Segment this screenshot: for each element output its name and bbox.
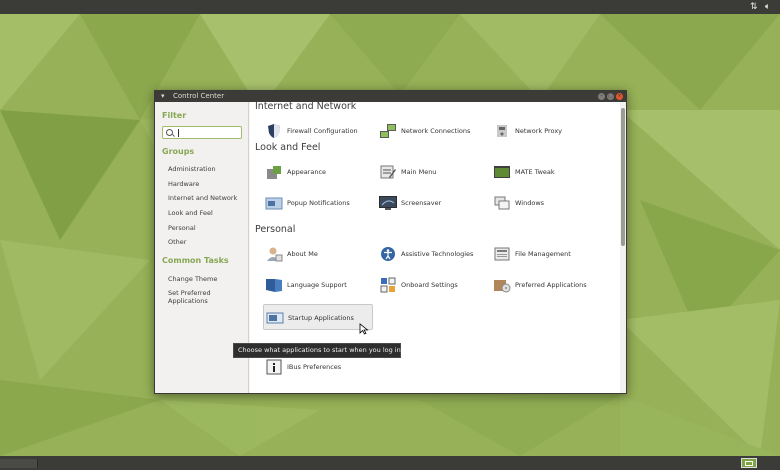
preferred-applications-icon [494, 280, 511, 293]
item-screensaver[interactable]: Screensaver [379, 192, 489, 214]
item-onboard-settings[interactable]: Onboard Settings [379, 274, 489, 296]
popup-notifications-icon [265, 197, 283, 210]
item-label: Network Proxy [515, 127, 563, 135]
item-preferred-applications[interactable]: Preferred Applications [493, 274, 603, 296]
accessibility-icon [381, 247, 395, 261]
item-language-support[interactable]: Language Support [265, 274, 375, 296]
text-cursor [178, 129, 179, 137]
item-network-proxy[interactable]: Network Proxy [493, 120, 603, 142]
section-title-internet-network: Internet and Network [255, 102, 357, 112]
group-link-other[interactable]: Other [168, 238, 186, 246]
group-link-administration[interactable]: Administration [168, 165, 216, 173]
item-firewall-configuration[interactable]: Firewall Configuration [265, 120, 375, 142]
tooltip: Choose what applications to start when y… [233, 343, 401, 358]
bottom-panel [0, 456, 780, 470]
mate-tweak-icon [494, 166, 510, 178]
item-label: Preferred Applications [515, 281, 587, 289]
show-desktop-button[interactable] [0, 459, 38, 468]
onboard-keyboard-icon [380, 277, 396, 293]
item-label: Firewall Configuration [287, 127, 358, 135]
section-title-look-feel: Look and Feel [255, 142, 321, 153]
item-ibus-preferences[interactable]: IBus Preferences [265, 356, 375, 378]
volume-icon[interactable]: 🔈︎ [765, 2, 770, 12]
workspace-window-thumbnail [745, 461, 753, 466]
item-label: Onboard Settings [401, 281, 458, 289]
item-label: Main Menu [401, 168, 437, 176]
windows-icon [494, 196, 510, 210]
groups-heading: Groups [162, 147, 195, 156]
search-icon [166, 129, 173, 136]
item-main-menu[interactable]: Main Menu [379, 161, 489, 183]
item-file-management[interactable]: File Management [493, 243, 603, 265]
maximize-button[interactable]: □ [607, 93, 614, 100]
network-icon[interactable]: ⇅ [750, 2, 758, 12]
item-label: About Me [287, 250, 318, 258]
item-label: Startup Applications [288, 314, 354, 322]
item-label: Popup Notifications [287, 199, 350, 207]
main-menu-icon [380, 165, 396, 179]
item-startup-applications[interactable]: Startup Applications [263, 304, 373, 330]
item-label: Network Connections [401, 127, 471, 135]
item-label: File Management [515, 250, 571, 258]
minimize-button[interactable]: – [598, 93, 605, 100]
item-appearance[interactable]: Appearance [265, 161, 375, 183]
section-title-personal: Personal [255, 224, 296, 235]
workspace-switcher[interactable] [741, 458, 757, 468]
task-link-preferred-apps[interactable]: Set Preferred [168, 289, 211, 297]
info-icon [266, 359, 282, 375]
item-label: Screensaver [401, 199, 442, 207]
filter-input[interactable] [162, 126, 242, 139]
item-label: Windows [515, 199, 545, 207]
item-label: Appearance [287, 168, 327, 176]
mouse-pointer-icon [359, 323, 369, 335]
item-label: MATE Tweak [515, 168, 555, 176]
scrollbar[interactable] [620, 102, 626, 393]
network-connections-icon [380, 124, 396, 138]
group-link-hardware[interactable]: Hardware [168, 180, 199, 188]
item-assistive-technologies[interactable]: Assistive Technologies [379, 243, 489, 265]
group-link-internet-network[interactable]: Internet and Network [168, 194, 237, 202]
startup-applications-icon [266, 312, 284, 324]
window-menu-icon[interactable]: ▾ [161, 92, 165, 101]
item-network-connections[interactable]: Network Connections [379, 120, 489, 142]
language-support-icon [266, 279, 282, 292]
window-title: Control Center [173, 92, 225, 100]
group-link-personal[interactable]: Personal [168, 224, 196, 232]
scrollbar-thumb[interactable] [621, 108, 625, 246]
item-mate-tweak[interactable]: MATE Tweak [493, 161, 603, 183]
item-label: Assistive Technologies [401, 250, 474, 258]
firewall-shield-icon [268, 124, 280, 138]
file-management-icon [494, 247, 510, 261]
group-link-look-feel[interactable]: Look and Feel [168, 209, 213, 217]
network-proxy-icon [497, 125, 507, 137]
task-link-change-theme[interactable]: Change Theme [168, 275, 217, 283]
about-me-icon [267, 247, 283, 262]
item-popup-notifications[interactable]: Popup Notifications [265, 192, 375, 214]
item-about-me[interactable]: About Me [265, 243, 375, 265]
task-link-preferred-apps-line2[interactable]: Applications [168, 297, 208, 305]
filter-heading: Filter [162, 111, 187, 120]
item-windows[interactable]: Windows [493, 192, 603, 214]
titlebar[interactable]: ▾ Control Center – □ × [155, 91, 626, 102]
appearance-icon [267, 166, 281, 179]
top-panel: ⇅ 🔈︎ [0, 0, 780, 14]
close-button[interactable]: × [616, 93, 623, 100]
common-tasks-heading: Common Tasks [162, 256, 229, 265]
screensaver-icon [379, 196, 397, 210]
item-label: IBus Preferences [287, 363, 342, 371]
item-label: Language Support [287, 281, 347, 289]
